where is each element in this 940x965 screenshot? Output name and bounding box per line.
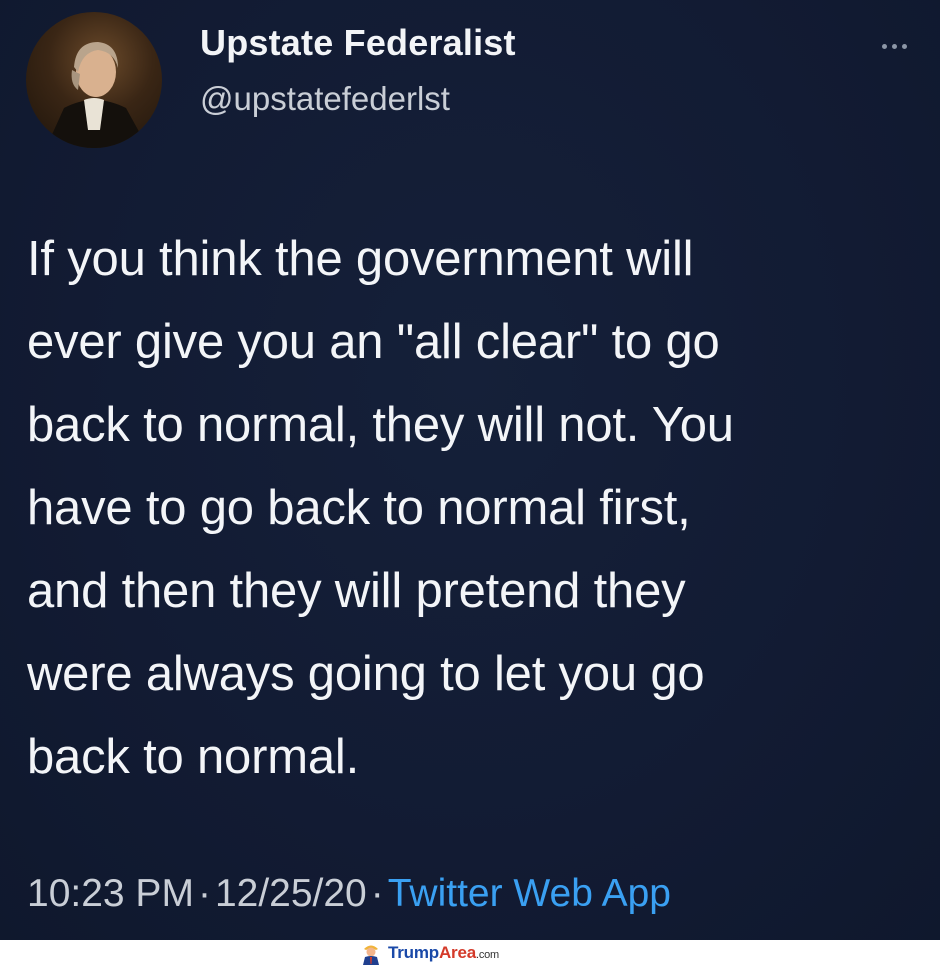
more-options-icon[interactable] bbox=[874, 36, 914, 56]
watermark-brand-part1: Trump bbox=[388, 943, 439, 962]
tweet-source-link[interactable]: Twitter Web App bbox=[388, 872, 671, 915]
tweet-text: If you think the government will ever gi… bbox=[27, 232, 734, 784]
meta-separator: · bbox=[370, 872, 384, 915]
user-handle[interactable]: @upstatefederlst bbox=[200, 80, 450, 118]
tweet-date[interactable]: 12/25/20 bbox=[215, 872, 367, 915]
portrait-avatar-icon bbox=[46, 42, 148, 148]
meta-separator: · bbox=[197, 872, 211, 915]
tweet-card: Upstate Federalist @upstatefederlst If y… bbox=[0, 0, 940, 940]
tweet-time[interactable]: 10:23 PM bbox=[27, 872, 194, 915]
watermark-text: TrumpArea.com bbox=[388, 943, 499, 963]
tweet-meta: 10:23 PM · 12/25/20 · Twitter Web App bbox=[27, 872, 671, 916]
more-dot bbox=[901, 43, 907, 49]
watermark-brand-suffix: .com bbox=[475, 949, 500, 961]
watermark-bar: TrumpArea.com bbox=[0, 940, 940, 965]
watermark-brand-part2: Area bbox=[438, 943, 476, 962]
more-dot bbox=[891, 43, 897, 49]
watermark: TrumpArea.com bbox=[360, 941, 499, 965]
display-name[interactable]: Upstate Federalist bbox=[200, 22, 516, 64]
more-dot bbox=[881, 43, 887, 49]
profile-avatar[interactable] bbox=[26, 12, 162, 148]
trump-figure-icon bbox=[363, 945, 379, 965]
